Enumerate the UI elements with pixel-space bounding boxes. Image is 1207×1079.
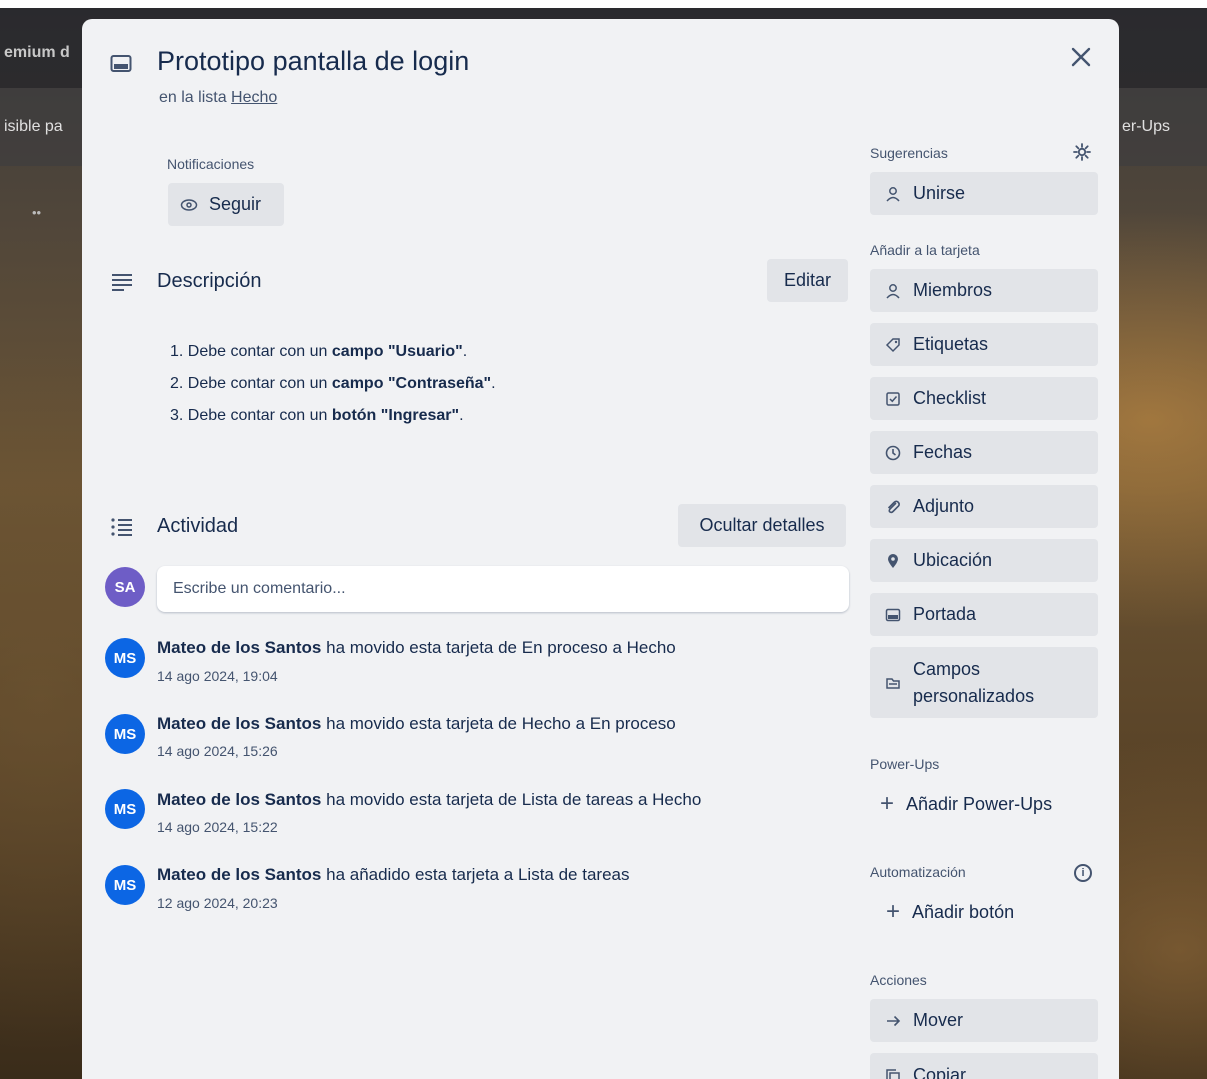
paperclip-icon <box>882 496 904 518</box>
list-prefix: en la lista <box>159 89 227 106</box>
description-item: 1. Debe contar con un campo "Usuario". <box>170 343 468 360</box>
avatar[interactable]: MS <box>105 789 145 829</box>
description-item: 3. Debe contar con un botón "Ingresar". <box>170 407 464 424</box>
checklist-button-label: Checklist <box>913 388 987 408</box>
arrow-right-icon <box>882 1010 904 1032</box>
actions-label: Acciones <box>870 972 927 988</box>
join-button[interactable]: Unirse <box>870 172 1098 215</box>
custom-fields-icon <box>882 672 904 694</box>
activity-timestamp[interactable]: 14 ago 2024, 15:26 <box>157 743 278 759</box>
description-title: Descripción <box>157 270 262 292</box>
person-icon <box>882 280 904 302</box>
cover-icon <box>882 604 904 626</box>
description-content[interactable]: 1. Debe contar con un campo "Usuario". 2… <box>170 336 496 432</box>
checklist-button[interactable]: Checklist <box>870 377 1098 420</box>
list-link[interactable]: Hecho <box>231 89 277 106</box>
add-button-button[interactable]: + Añadir botón <box>886 900 1014 924</box>
card-list-info: en la lista Hecho <box>159 89 277 107</box>
activity-icon <box>111 518 132 536</box>
notifications-label: Notificaciones <box>167 156 255 172</box>
close-icon <box>1071 47 1091 67</box>
plus-icon: + <box>886 898 901 925</box>
avatar[interactable]: SA <box>105 567 145 607</box>
location-button[interactable]: Ubicación <box>870 539 1098 582</box>
location-pin-icon <box>882 550 904 572</box>
location-button-label: Ubicación <box>913 550 993 570</box>
person-icon <box>882 183 904 205</box>
members-button[interactable]: Miembros <box>870 269 1098 312</box>
plus-icon: + <box>880 790 895 817</box>
activity-user-link[interactable]: Mateo de los Santos <box>157 638 321 657</box>
attachment-button-label: Adjunto <box>913 496 975 516</box>
suggestions-label: Sugerencias <box>870 145 948 161</box>
activity-user-link[interactable]: Mateo de los Santos <box>157 790 321 809</box>
move-button[interactable]: Mover <box>870 999 1098 1042</box>
browser-edge <box>0 0 1207 8</box>
description-item: 2. Debe contar con un campo "Contraseña"… <box>170 375 496 392</box>
edit-button-label: Editar <box>783 270 832 290</box>
activity-entry: Mateo de los Santos ha añadido esta tarj… <box>157 865 630 884</box>
hide-details-button[interactable]: Ocultar detalles <box>678 504 846 547</box>
activity-timestamp[interactable]: 12 ago 2024, 20:23 <box>157 895 278 911</box>
add-powerups-button[interactable]: + Añadir Power-Ups <box>880 792 1052 816</box>
follow-button-label: Seguir <box>209 194 262 214</box>
powerups-label: Power-Ups <box>870 756 940 772</box>
join-button-label: Unirse <box>913 183 966 203</box>
labels-button[interactable]: Etiquetas <box>870 323 1098 366</box>
activity-entry: Mateo de los Santos ha movido esta tarje… <box>157 638 676 657</box>
copy-icon <box>882 1065 904 1079</box>
copy-button-label: Copiar <box>913 1065 967 1079</box>
board-topbar-text: emium d <box>4 44 70 61</box>
card-title[interactable]: Prototipo pantalla de login <box>157 46 469 77</box>
description-icon <box>112 274 132 291</box>
activity-user-link[interactable]: Mateo de los Santos <box>157 865 321 884</box>
checklist-icon <box>882 388 904 410</box>
board-visibility-text: isible pa <box>4 118 63 135</box>
hide-details-label: Ocultar detalles <box>699 515 825 535</box>
dates-button-label: Fechas <box>913 442 973 462</box>
edit-description-button[interactable]: Editar <box>767 259 848 302</box>
avatar[interactable]: MS <box>105 865 145 905</box>
clock-icon <box>882 442 904 464</box>
members-button-label: Miembros <box>913 280 993 300</box>
board-list-handle: •• <box>32 205 42 220</box>
close-button[interactable] <box>1062 38 1100 76</box>
board-powerups-text: er-Ups <box>1122 118 1171 135</box>
attachment-button[interactable]: Adjunto <box>870 485 1098 528</box>
activity-entry: Mateo de los Santos ha movido esta tarje… <box>157 714 676 733</box>
dates-button[interactable]: Fechas <box>870 431 1098 474</box>
avatar[interactable]: MS <box>105 638 145 678</box>
info-icon[interactable]: i <box>1074 864 1092 882</box>
custom-fields-button[interactable]: Campos personalizados <box>870 647 1098 718</box>
labels-button-label: Etiquetas <box>913 334 989 354</box>
cover-button-label: Portada <box>913 604 977 624</box>
comment-input[interactable]: Escribe un comentario... <box>157 566 849 612</box>
custom-fields-label: Campos personalizados <box>913 658 1035 706</box>
add-to-card-label: Añadir a la tarjeta <box>870 242 980 258</box>
move-button-label: Mover <box>913 1010 964 1030</box>
activity-entry: Mateo de los Santos ha movido esta tarje… <box>157 790 702 809</box>
avatar[interactable]: MS <box>105 714 145 754</box>
follow-button[interactable]: Seguir <box>168 183 284 226</box>
automation-label: Automatización <box>870 864 966 880</box>
tag-icon <box>882 334 904 356</box>
cover-button[interactable]: Portada <box>870 593 1098 636</box>
activity-timestamp[interactable]: 14 ago 2024, 19:04 <box>157 668 278 684</box>
copy-button[interactable]: Copiar <box>870 1053 1098 1079</box>
gear-icon[interactable] <box>1072 142 1092 162</box>
card-icon <box>110 55 132 72</box>
eye-icon <box>178 194 200 216</box>
activity-user-link[interactable]: Mateo de los Santos <box>157 714 321 733</box>
activity-title: Actividad <box>157 515 239 537</box>
activity-timestamp[interactable]: 14 ago 2024, 15:22 <box>157 819 278 835</box>
